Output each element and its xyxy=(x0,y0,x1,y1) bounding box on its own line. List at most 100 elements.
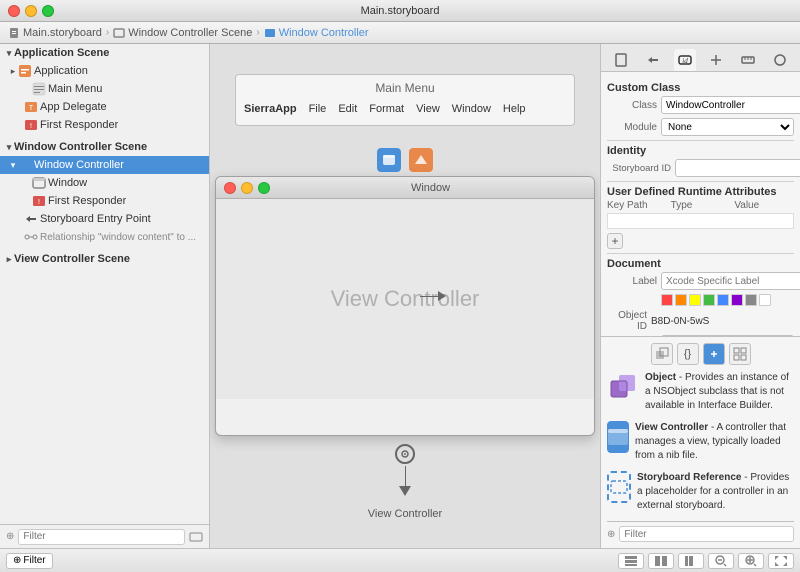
bottom-tabs: {} xyxy=(607,343,794,365)
doc-label-input[interactable] xyxy=(661,272,800,290)
breadcrumb-item-2[interactable]: Window Controller Scene xyxy=(113,27,252,39)
zoom-in-icon xyxy=(745,555,757,567)
label-row: Label xyxy=(607,272,794,290)
menu-item-view[interactable]: View xyxy=(416,103,440,115)
class-input[interactable] xyxy=(661,96,800,114)
storyboard-id-input[interactable] xyxy=(675,159,800,177)
right-panel: id Custom Class Class xyxy=(600,44,800,548)
bottom-tab-circle[interactable] xyxy=(703,343,725,365)
color-white[interactable] xyxy=(759,294,771,306)
vc-card: View Controller - A controller that mana… xyxy=(607,421,794,463)
bottom-filter-icon-2: ⊕ xyxy=(13,555,21,566)
app-icon xyxy=(18,64,32,78)
bottom-tab-grid[interactable] xyxy=(729,343,751,365)
module-select[interactable]: None xyxy=(661,118,794,136)
add-attribute-button[interactable]: + xyxy=(607,233,623,249)
col-key-path: Key Path xyxy=(607,200,667,211)
object-card-title: Object xyxy=(645,372,676,383)
zoom-out-btn[interactable] xyxy=(708,553,734,569)
breadcrumb-item-3[interactable]: Window Controller xyxy=(264,27,369,39)
sb-card: Storyboard Reference - Provides a placeh… xyxy=(607,471,794,513)
menu-item-format[interactable]: Format xyxy=(369,103,404,115)
user-defined-title: User Defined Runtime Attributes xyxy=(607,186,794,198)
scene-icon xyxy=(113,27,125,39)
right-panel-bottom: {} Object - xyxy=(601,336,800,548)
sb-card-title: Storyboard Reference xyxy=(637,472,741,483)
color-blue[interactable] xyxy=(717,294,729,306)
color-gray[interactable] xyxy=(745,294,757,306)
close-button[interactable] xyxy=(8,5,20,17)
bottom-tab-braces[interactable]: {} xyxy=(677,343,699,365)
bottom-filter-btn[interactable]: ⊕ Filter xyxy=(6,553,53,569)
layout-toggle-2[interactable] xyxy=(648,553,674,569)
tab-arrow[interactable] xyxy=(642,49,664,71)
wc-arrow xyxy=(8,160,18,171)
svg-text:!: ! xyxy=(37,198,41,206)
module-label: Module xyxy=(607,122,657,133)
object-card: Object - Provides an instance of a NSObj… xyxy=(607,371,794,413)
vc-card-text: View Controller - A controller that mana… xyxy=(635,421,794,463)
sidebar-filter-input[interactable] xyxy=(18,529,185,545)
sb-card-icon xyxy=(607,471,631,503)
wcs-arrow xyxy=(4,142,14,153)
vc-card-icon xyxy=(607,421,629,453)
zoom-fit-btn[interactable] xyxy=(768,553,794,569)
tab-ruler[interactable] xyxy=(737,49,759,71)
color-purple[interactable] xyxy=(731,294,743,306)
section-view-controller-scene[interactable]: View Controller Scene xyxy=(0,250,209,268)
vcs-arrow xyxy=(4,254,14,265)
window-body: View Controller xyxy=(216,199,594,399)
win-max-btn[interactable] xyxy=(258,182,270,194)
arrow-down-head xyxy=(399,486,411,496)
arrow-down-container xyxy=(395,444,415,496)
section-label-wcs: Window Controller Scene xyxy=(14,141,147,153)
maximize-button[interactable] xyxy=(42,5,54,17)
bottom-tab-cube[interactable] xyxy=(651,343,673,365)
color-orange[interactable] xyxy=(675,294,687,306)
win-min-btn[interactable] xyxy=(241,182,253,194)
title-bar: Main.storyboard xyxy=(0,0,800,22)
divider-3 xyxy=(607,253,794,254)
layout-toggle-3[interactable] xyxy=(678,553,704,569)
tree-item-main-menu[interactable]: Main Menu xyxy=(0,80,209,98)
section-label-application-scene: Application Scene xyxy=(14,47,109,59)
bottom-filter-input[interactable] xyxy=(619,526,794,542)
color-yellow[interactable] xyxy=(689,294,701,306)
tree-item-first-responder-2[interactable]: ! First Responder xyxy=(0,192,209,210)
tab-plus[interactable] xyxy=(705,49,727,71)
tree-item-window-controller[interactable]: Window Controller xyxy=(0,156,209,174)
tab-file[interactable] xyxy=(610,49,632,71)
menu-title: Main Menu xyxy=(236,81,574,95)
tab-circle[interactable] xyxy=(769,49,791,71)
window-ctrl-icon xyxy=(377,148,401,172)
menu-item-window[interactable]: Window xyxy=(452,103,491,115)
window-mockup: Window View Controller xyxy=(215,176,595,436)
color-green[interactable] xyxy=(703,294,715,306)
minimize-button[interactable] xyxy=(25,5,37,17)
tab-id[interactable]: id xyxy=(674,49,696,71)
tree-item-application[interactable]: Application xyxy=(0,62,209,80)
file-icon xyxy=(8,27,20,39)
section-window-controller-scene[interactable]: Window Controller Scene xyxy=(0,138,209,156)
menu-item-file[interactable]: File xyxy=(309,103,327,115)
section-label-vcs: View Controller Scene xyxy=(14,253,130,265)
menu-item-edit[interactable]: Edit xyxy=(338,103,357,115)
color-red[interactable] xyxy=(661,294,673,306)
menu-item-help[interactable]: Help xyxy=(503,103,526,115)
vc-bottom-label: View Controller xyxy=(368,508,442,520)
tree-item-relationship[interactable]: Relationship "window content" to ... xyxy=(0,228,209,246)
tree-item-app-delegate[interactable]: T App Delegate xyxy=(0,98,209,116)
class-row: Class xyxy=(607,96,794,114)
win-close-btn[interactable] xyxy=(224,182,236,194)
section-application-scene[interactable]: Application Scene xyxy=(0,44,209,62)
tree-label-window: Window xyxy=(48,177,87,189)
menu-item-app[interactable]: SierraApp xyxy=(244,103,297,115)
layout-toggle-1[interactable] xyxy=(618,553,644,569)
vc-ctrl-icon xyxy=(409,148,433,172)
tree-item-first-responder-1[interactable]: ! First Responder xyxy=(0,116,209,134)
identity-title: Identity xyxy=(607,145,794,157)
tree-item-storyboard-entry[interactable]: Storyboard Entry Point xyxy=(0,210,209,228)
zoom-in-btn[interactable] xyxy=(738,553,764,569)
tree-item-window[interactable]: Window xyxy=(0,174,209,192)
breadcrumb-item-1[interactable]: Main.storyboard xyxy=(8,27,102,39)
